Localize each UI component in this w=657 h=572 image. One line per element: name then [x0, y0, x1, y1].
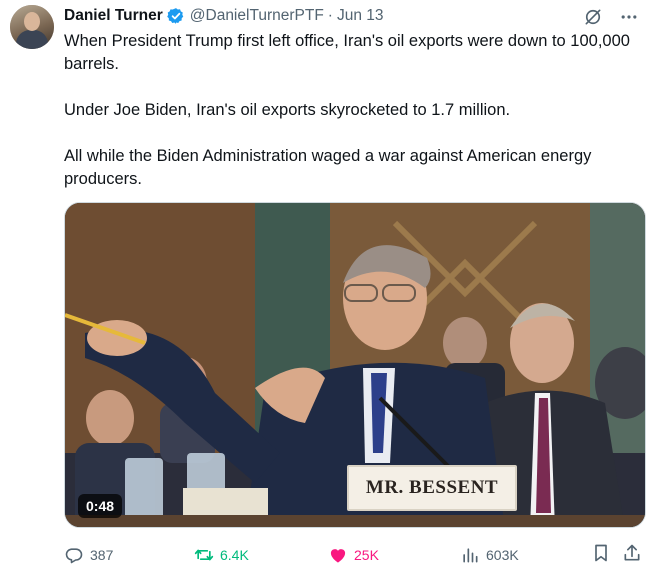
tweet-date[interactable]: Jun 13 [337, 7, 384, 25]
repost-button[interactable]: 6.4K [194, 543, 249, 567]
avatar[interactable] [10, 5, 54, 49]
grok-icon[interactable] [583, 7, 603, 27]
reply-button[interactable]: 387 [64, 543, 113, 567]
more-icon[interactable] [619, 7, 639, 27]
views-count: 603K [486, 547, 519, 563]
tweet-paragraph: All while the Biden Administration waged… [64, 147, 592, 188]
bookmark-icon [595, 544, 607, 562]
tweet[interactable]: Daniel Turner @DanielTurnerPTF · Jun 13 … [0, 0, 657, 572]
views-button[interactable]: 603K [460, 543, 519, 567]
nameplate: MR. BESSENT [347, 465, 517, 511]
verified-badge-icon [166, 8, 184, 24]
repost-icon [194, 549, 214, 561]
repost-count: 6.4K [220, 547, 249, 563]
reply-icon [65, 548, 83, 564]
top-right-icons [583, 7, 639, 27]
share-button[interactable] [622, 543, 642, 563]
author-name[interactable]: Daniel Turner [64, 7, 163, 25]
tweet-paragraph: When President Trump first left office, … [64, 32, 630, 73]
author-handle[interactable]: @DanielTurnerPTF [190, 7, 324, 25]
video-player[interactable]: MR. BESSENT 0:48 [64, 202, 646, 528]
like-count: 25K [354, 547, 379, 563]
tweet-text: When President Trump first left office, … [64, 30, 634, 191]
tweet-paragraph: Under Joe Biden, Iran's oil exports skyr… [64, 101, 511, 119]
tweet-header: Daniel Turner @DanielTurnerPTF · Jun 13 [64, 5, 384, 27]
views-icon [463, 548, 478, 563]
video-duration: 0:48 [78, 494, 123, 518]
share-icon [624, 544, 640, 561]
bookmark-button[interactable] [591, 543, 611, 563]
separator-dot: · [327, 7, 333, 24]
reply-count: 387 [90, 547, 114, 563]
like-button[interactable]: 25K [328, 543, 379, 567]
action-bar: 387 6.4K 25K 603K [64, 543, 646, 567]
like-icon [330, 549, 346, 563]
